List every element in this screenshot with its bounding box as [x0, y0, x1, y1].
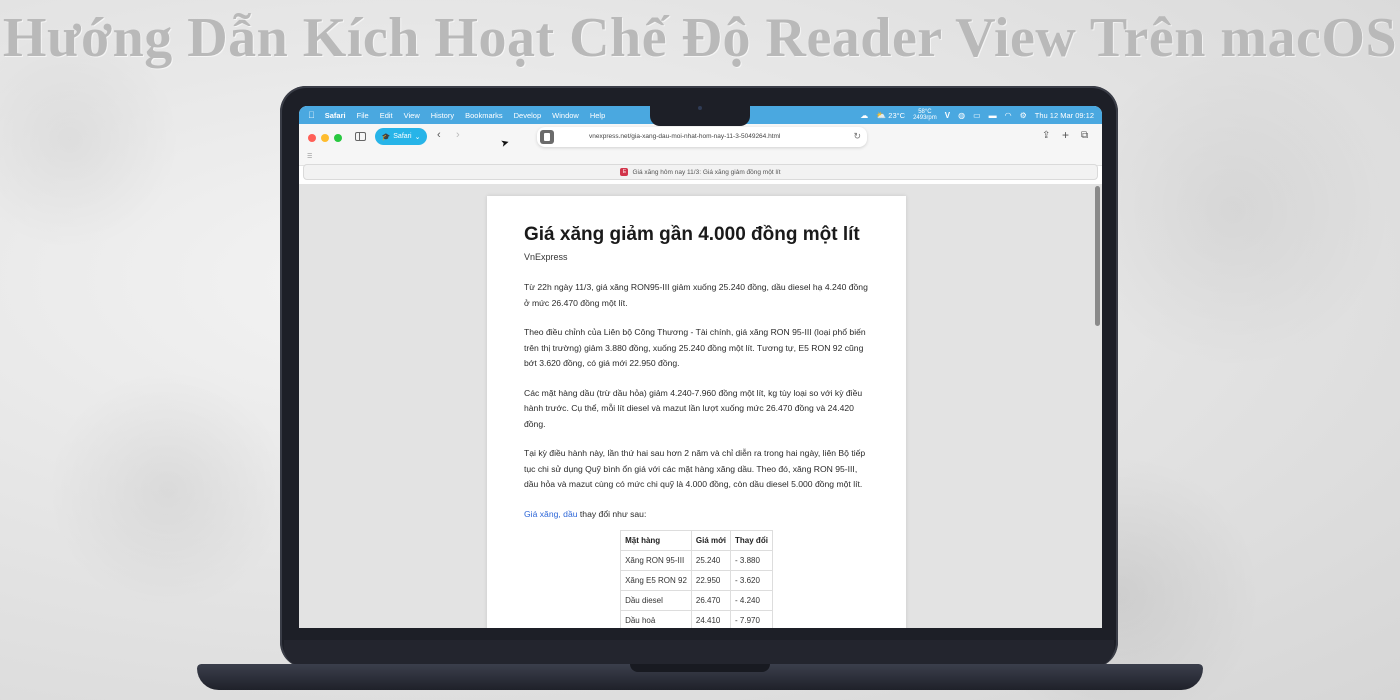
article-paragraph: Tại kỳ điều hành này, lần thứ hai sau hơ…: [524, 448, 866, 489]
reload-icon[interactable]: ↻: [853, 131, 861, 142]
menu-bookmarks[interactable]: Bookmarks: [465, 111, 503, 120]
graduation-cap-icon: 🎓: [381, 133, 391, 141]
address-bar[interactable]: vnexpress.net/gia-xang-dau-moi-nhat-hom-…: [537, 127, 867, 147]
menu-file[interactable]: File: [357, 111, 369, 120]
fan-speed: 2493rpm: [913, 115, 937, 121]
vpn-icon[interactable]: V: [945, 111, 950, 120]
price-table: Mặt hàng Giá mới Thay đổi Xăng RON 95-II…: [620, 530, 773, 628]
menu-window[interactable]: Window: [552, 111, 579, 120]
table-cell: - 7.970: [730, 610, 773, 628]
price-link[interactable]: Giá xăng, dầu: [524, 509, 578, 519]
camera-notch: [650, 104, 750, 126]
reader-view-area[interactable]: Giá xăng giảm gần 4.000 đồng một lít VnE…: [299, 184, 1102, 628]
table-cell: 24.410: [690, 610, 732, 628]
reader-view-button[interactable]: [540, 130, 554, 144]
keyboard-icon[interactable]: ▭: [973, 111, 981, 120]
table-cell: Xăng E5 RON 92: [620, 570, 692, 591]
page-headline: Hướng Dẫn Kích Hoạt Chế Độ Reader View T…: [2, 7, 1398, 69]
menu-bar-status: ☁ ⛅ 23°C 58°C 2493rpm V ◍ ▭ ▬ ◠ ⚙ Thu 12…: [860, 106, 1094, 124]
chevron-down-icon: ⌄: [414, 133, 421, 141]
article-paragraph: Từ 22h ngày 11/3, giá xăng RON95-III giả…: [524, 282, 868, 308]
table-cell: - 3.880: [730, 550, 773, 571]
table-cell: 26.470: [690, 590, 732, 611]
column-header: Giá mới: [690, 530, 732, 551]
column-header: Thay đổi: [730, 530, 773, 551]
tab-title: Giá xăng hôm nay 11/3: Giá xăng giảm đồn…: [632, 168, 781, 176]
mouse-pointer-icon: ➤: [499, 137, 511, 150]
minimize-window-button[interactable]: [321, 134, 329, 142]
menu-history[interactable]: History: [431, 111, 454, 120]
profile-label: Safari: [393, 133, 412, 140]
weather-temp: 23°C: [888, 110, 906, 120]
table-row: Xăng RON 95-III 25.240 - 3.880: [620, 550, 773, 571]
close-window-button[interactable]: [308, 134, 316, 142]
table-cell: 25.240: [690, 550, 732, 571]
menu-develop[interactable]: Develop: [514, 111, 542, 120]
cloud-icon[interactable]: ☁: [860, 111, 868, 120]
table-row: Xăng E5 RON 92 22.950 - 3.620: [620, 570, 773, 591]
table-row: Dầu diesel 26.470 - 4.240: [620, 590, 773, 611]
bookmarks-bar-icon[interactable]: ☰: [307, 153, 312, 160]
new-tab-icon[interactable]: +: [1062, 128, 1069, 142]
system-stats[interactable]: 58°C 2493rpm: [913, 109, 937, 121]
url-text[interactable]: vnexpress.net/gia-xang-dau-moi-nhat-hom-…: [589, 133, 780, 140]
sidebar-toggle-icon[interactable]: [355, 132, 366, 141]
scrollbar[interactable]: [1095, 186, 1100, 326]
profile-button[interactable]: 🎓 Safari ⌄: [375, 128, 427, 145]
laptop-screen:  Safari File Edit View History Bookmark…: [299, 106, 1102, 628]
article-paragraph: Theo điều chỉnh của Liên bộ Công Thương …: [524, 327, 866, 368]
column-header: Mặt hàng: [620, 530, 692, 551]
share-icon[interactable]: ⇪: [1042, 130, 1050, 141]
table-cell: Dầu diesel: [620, 590, 692, 611]
menu-app-name[interactable]: Safari: [325, 111, 346, 120]
weather-icon: ⛅: [876, 110, 887, 120]
menu-help[interactable]: Help: [590, 111, 605, 120]
table-header-row: Mặt hàng Giá mới Thay đổi: [620, 530, 773, 551]
wifi-icon[interactable]: ◠: [1005, 111, 1012, 120]
tab-overview-icon[interactable]: ⧉: [1081, 130, 1088, 141]
article-title: Giá xăng giảm gần 4.000 đồng một lít: [524, 224, 860, 245]
battery-icon[interactable]: ▬: [989, 111, 997, 120]
table-cell: Xăng RON 95-III: [620, 550, 692, 571]
clock[interactable]: Thu 12 Mar 09:12: [1035, 111, 1094, 120]
control-center-icon[interactable]: ⚙: [1020, 111, 1027, 120]
article-paragraph: Giá xăng, dầu thay đổi như sau:: [524, 507, 869, 523]
menu-view[interactable]: View: [404, 111, 420, 120]
tab-active[interactable]: E Giá xăng hôm nay 11/3: Giá xăng giảm đ…: [303, 164, 1098, 180]
safari-toolbar: 🎓 Safari ⌄ ‹ › ➤ vnexpress.net/gia-xang-…: [299, 124, 1102, 166]
back-button[interactable]: ‹: [437, 129, 441, 141]
laptop-chin: [284, 640, 1114, 666]
forward-button[interactable]: ›: [456, 129, 460, 141]
table-cell: Dầu hoả: [620, 610, 692, 628]
apple-icon[interactable]: : [308, 110, 315, 120]
table-row: Dầu hoả 24.410 - 7.970: [620, 610, 773, 628]
zoom-window-button[interactable]: [334, 134, 342, 142]
favicon-icon: E: [620, 168, 629, 176]
reader-article: Giá xăng giảm gần 4.000 đồng một lít VnE…: [487, 196, 906, 628]
article-source: VnExpress: [524, 252, 568, 262]
menu-edit[interactable]: Edit: [380, 111, 393, 120]
table-cell: - 4.240: [730, 590, 773, 611]
laptop-base-notch: [630, 664, 770, 672]
weather-status[interactable]: ⛅ 23°C: [876, 111, 905, 120]
camera-icon: [698, 106, 702, 110]
table-cell: 22.950: [690, 570, 732, 591]
drop-icon[interactable]: ◍: [958, 111, 965, 120]
table-cell: - 3.620: [730, 570, 773, 591]
article-paragraph: Các mặt hàng dầu (trừ dầu hỏa) giảm 4.24…: [524, 387, 863, 429]
paragraph-text: thay đổi như sau:: [577, 508, 647, 519]
